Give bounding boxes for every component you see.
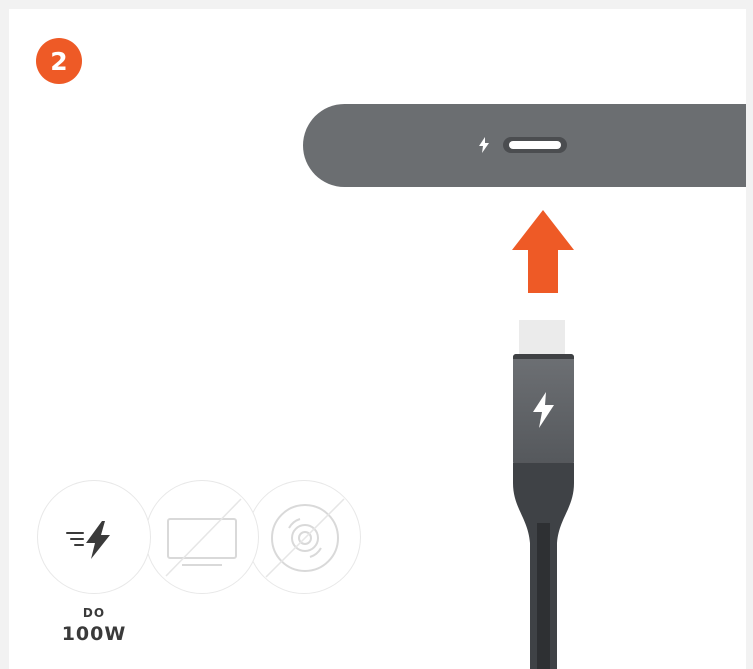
video-output-feature bbox=[145, 480, 259, 594]
device-body bbox=[303, 104, 746, 187]
usb-c-plug-body bbox=[513, 354, 574, 465]
fast-charge-feature bbox=[37, 480, 151, 594]
port-lightning-icon bbox=[479, 137, 489, 153]
monitor-disabled-icon bbox=[165, 498, 242, 577]
fast-charge-icon bbox=[66, 521, 110, 559]
insert-arrow-icon bbox=[512, 210, 574, 293]
disc-feature bbox=[247, 480, 361, 594]
usb-c-cable bbox=[513, 463, 574, 669]
power-caption: DO 100W bbox=[37, 606, 151, 645]
instruction-card: 2 DO 100W bbox=[9, 9, 746, 669]
power-caption-wattage: 100W bbox=[61, 623, 127, 645]
power-caption-label: DO bbox=[82, 606, 106, 620]
plug-lightning-icon bbox=[533, 392, 554, 428]
step-number: 2 bbox=[50, 46, 68, 76]
step-number-badge: 2 bbox=[36, 38, 82, 84]
usb-c-connector-tip bbox=[519, 320, 565, 356]
disc-disabled-icon bbox=[265, 498, 345, 578]
usb-c-port bbox=[503, 137, 567, 153]
